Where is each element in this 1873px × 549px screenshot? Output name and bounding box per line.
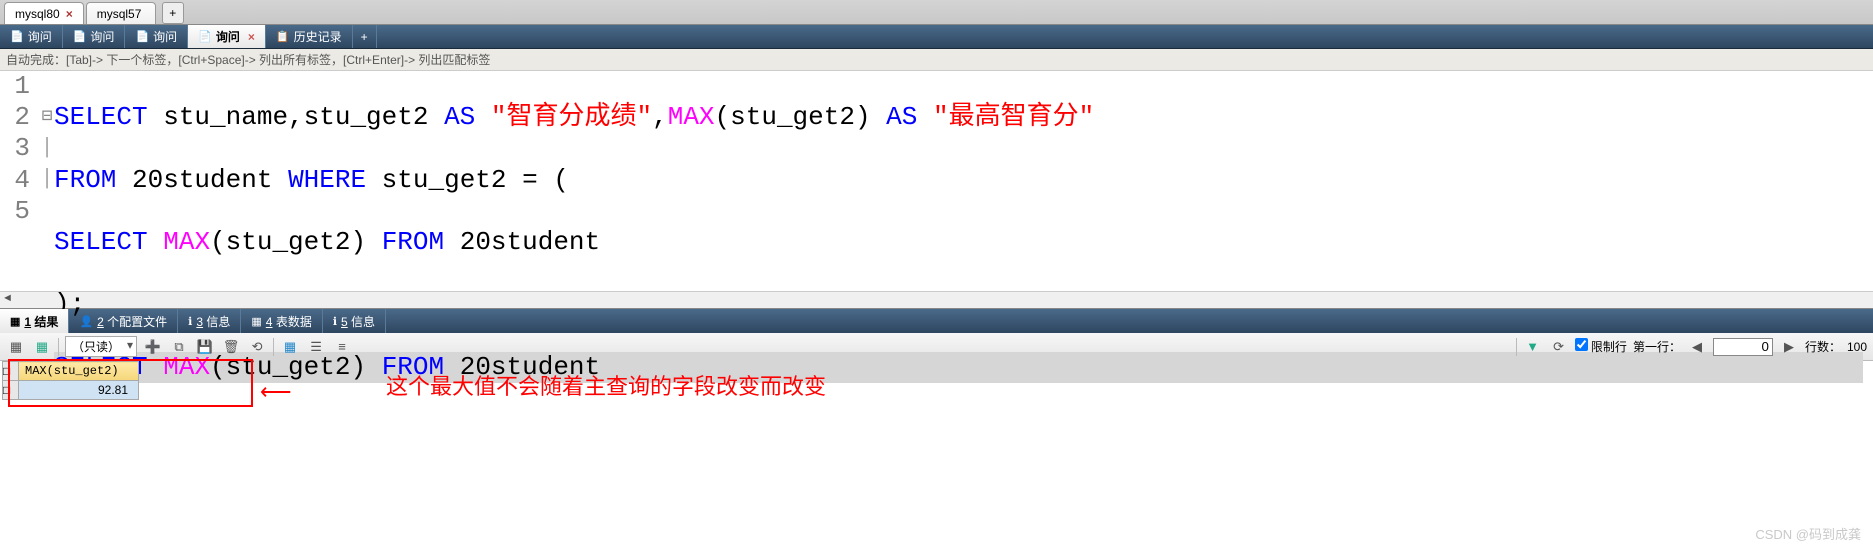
- calendar-icon: 📋: [276, 30, 290, 43]
- table-icon: ▦: [251, 315, 261, 328]
- add-row-icon[interactable]: ➕: [143, 337, 163, 357]
- query-icon: 📄: [198, 30, 212, 43]
- line-gutter: 1 2 3 4 5: [0, 71, 40, 291]
- cancel-icon[interactable]: ⟲: [247, 337, 267, 357]
- export-excel-icon[interactable]: ▦: [32, 337, 52, 357]
- sql-editor[interactable]: 1 2 3 4 5 ⊟ │ │ SELECT stu_name,stu_get2…: [0, 71, 1873, 291]
- query-tab-4[interactable]: 📄 询问 ×: [188, 25, 266, 48]
- query-tab-label: 询问: [90, 28, 114, 45]
- query-tab-label: 询问: [153, 28, 177, 45]
- watermark: CSDN @码到成龚: [1755, 524, 1861, 543]
- file-tab-mysql57[interactable]: mysql57: [86, 2, 156, 24]
- table-row[interactable]: □ 92.81: [3, 381, 139, 400]
- firstrow-label: 第一行：: [1633, 338, 1681, 355]
- query-tab-label: 询问: [28, 28, 52, 45]
- annotation-text: 这个最大值不会随着主查询的字段改变而改变: [386, 369, 826, 401]
- cell-value[interactable]: 92.81: [19, 381, 139, 400]
- grid-icon: ▦: [10, 315, 20, 328]
- result-tab-tabledata[interactable]: ▦ 4 表数据: [241, 309, 322, 333]
- result-tab-label: 2 个配置文件: [97, 313, 167, 330]
- firstrow-next-icon[interactable]: ▶: [1779, 337, 1799, 357]
- result-table[interactable]: □ MAX(stu_get2) □ 92.81: [2, 361, 139, 400]
- result-grid-area: □ MAX(stu_get2) □ 92.81 ⟵ 这个最大值不会随着主查询的字…: [0, 361, 1873, 400]
- add-query-tab-button[interactable]: +: [353, 25, 377, 48]
- view-form-icon[interactable]: ☰: [306, 337, 326, 357]
- annotation-arrow-icon: ⟵: [260, 379, 292, 405]
- result-tab-label: 3 信息: [196, 313, 230, 330]
- autocomplete-hint: 自动完成：[Tab]-> 下一个标签，[Ctrl+Space]-> 列出所有标签…: [0, 49, 1873, 71]
- firstrow-prev-icon[interactable]: ◀: [1687, 337, 1707, 357]
- fold-column: ⊟ │ │: [40, 71, 54, 291]
- fold-icon[interactable]: ⊟: [40, 102, 54, 133]
- result-tab-info1[interactable]: ℹ 3 信息: [178, 309, 241, 333]
- info-icon: ℹ: [333, 315, 337, 328]
- query-tab-2[interactable]: 📄 询问: [63, 25, 126, 48]
- close-icon[interactable]: ×: [248, 30, 255, 44]
- file-tab-bar: mysql80 × mysql57 +: [0, 0, 1873, 25]
- query-icon: 📄: [10, 30, 24, 43]
- separator: [1516, 338, 1517, 356]
- row-selector[interactable]: □: [3, 381, 19, 400]
- refresh-icon[interactable]: ⟳: [1549, 337, 1569, 357]
- result-tab-profiles[interactable]: 👤 2 个配置文件: [69, 309, 178, 333]
- result-tab-label: 5 信息: [341, 313, 375, 330]
- export-grid-icon[interactable]: ▦: [6, 337, 26, 357]
- add-file-tab-button[interactable]: +: [162, 2, 184, 24]
- save-icon[interactable]: 💾: [195, 337, 215, 357]
- delete-row-icon[interactable]: 🗑: [221, 337, 241, 357]
- row-selector-header[interactable]: □: [3, 362, 19, 381]
- result-tab-label: 1 结果: [24, 313, 58, 330]
- query-tab-label: 历史记录: [294, 28, 342, 45]
- file-tab-label: mysql80: [15, 7, 60, 21]
- query-tab-label: 询问: [216, 28, 240, 45]
- query-icon: 📄: [135, 30, 149, 43]
- view-text-icon[interactable]: ≡: [332, 337, 352, 357]
- history-tab[interactable]: 📋 历史记录: [266, 25, 353, 48]
- column-header[interactable]: MAX(stu_get2): [19, 362, 139, 381]
- separator: [58, 338, 59, 356]
- file-tab-mysql80[interactable]: mysql80 ×: [4, 2, 84, 24]
- query-icon: 📄: [73, 30, 87, 43]
- file-tab-label: mysql57: [97, 7, 142, 21]
- scroll-left-icon[interactable]: ◄: [2, 292, 13, 304]
- query-tab-bar: 📄 询问 📄 询问 📄 询问 📄 询问 × 📋 历史记录 +: [0, 25, 1873, 49]
- profile-icon: 👤: [79, 315, 93, 328]
- view-grid-icon[interactable]: ▦: [280, 337, 300, 357]
- filter-icon[interactable]: ▼: [1523, 337, 1543, 357]
- rowcount-label: 行数：: [1805, 338, 1841, 355]
- code-area[interactable]: SELECT stu_name,stu_get2 AS "智育分成绩",MAX(…: [54, 71, 1873, 291]
- firstrow-input[interactable]: [1713, 338, 1773, 356]
- readonly-mode-select[interactable]: （只读）: [65, 336, 137, 357]
- separator: [273, 338, 274, 356]
- result-tab-info2[interactable]: ℹ 5 信息: [323, 309, 386, 333]
- result-tab-result[interactable]: ▦ 1 结果: [0, 309, 69, 333]
- rowcount-value: 100: [1847, 340, 1867, 354]
- close-icon[interactable]: ×: [66, 7, 73, 21]
- copy-row-icon[interactable]: ⧉: [169, 337, 189, 357]
- result-tab-label: 4 表数据: [266, 313, 312, 330]
- query-tab-1[interactable]: 📄 询问: [0, 25, 63, 48]
- info-icon: ℹ: [188, 315, 192, 328]
- limit-rows-checkbox[interactable]: 限制行: [1575, 338, 1627, 355]
- query-tab-3[interactable]: 📄 询问: [125, 25, 188, 48]
